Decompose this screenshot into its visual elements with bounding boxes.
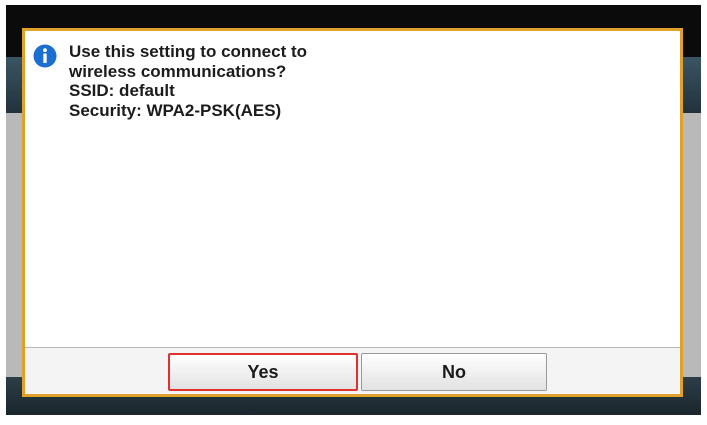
message-line: wireless communications? (69, 61, 287, 81)
dialog-message: Use this setting to connect to wireless … (69, 42, 307, 120)
yes-button[interactable]: Yes (168, 353, 358, 391)
info-icon (33, 44, 57, 68)
button-bar: Yes No (25, 347, 680, 394)
confirmation-dialog: Use this setting to connect to wireless … (22, 28, 683, 397)
message-line: Use this setting to connect to (69, 42, 308, 61)
ssid-line: SSID: default (69, 81, 175, 100)
security-line: Security: WPA2-PSK(AES) (69, 100, 282, 120)
no-button[interactable]: No (361, 353, 547, 391)
device-screen: Use this setting to connect to wireless … (6, 5, 701, 415)
